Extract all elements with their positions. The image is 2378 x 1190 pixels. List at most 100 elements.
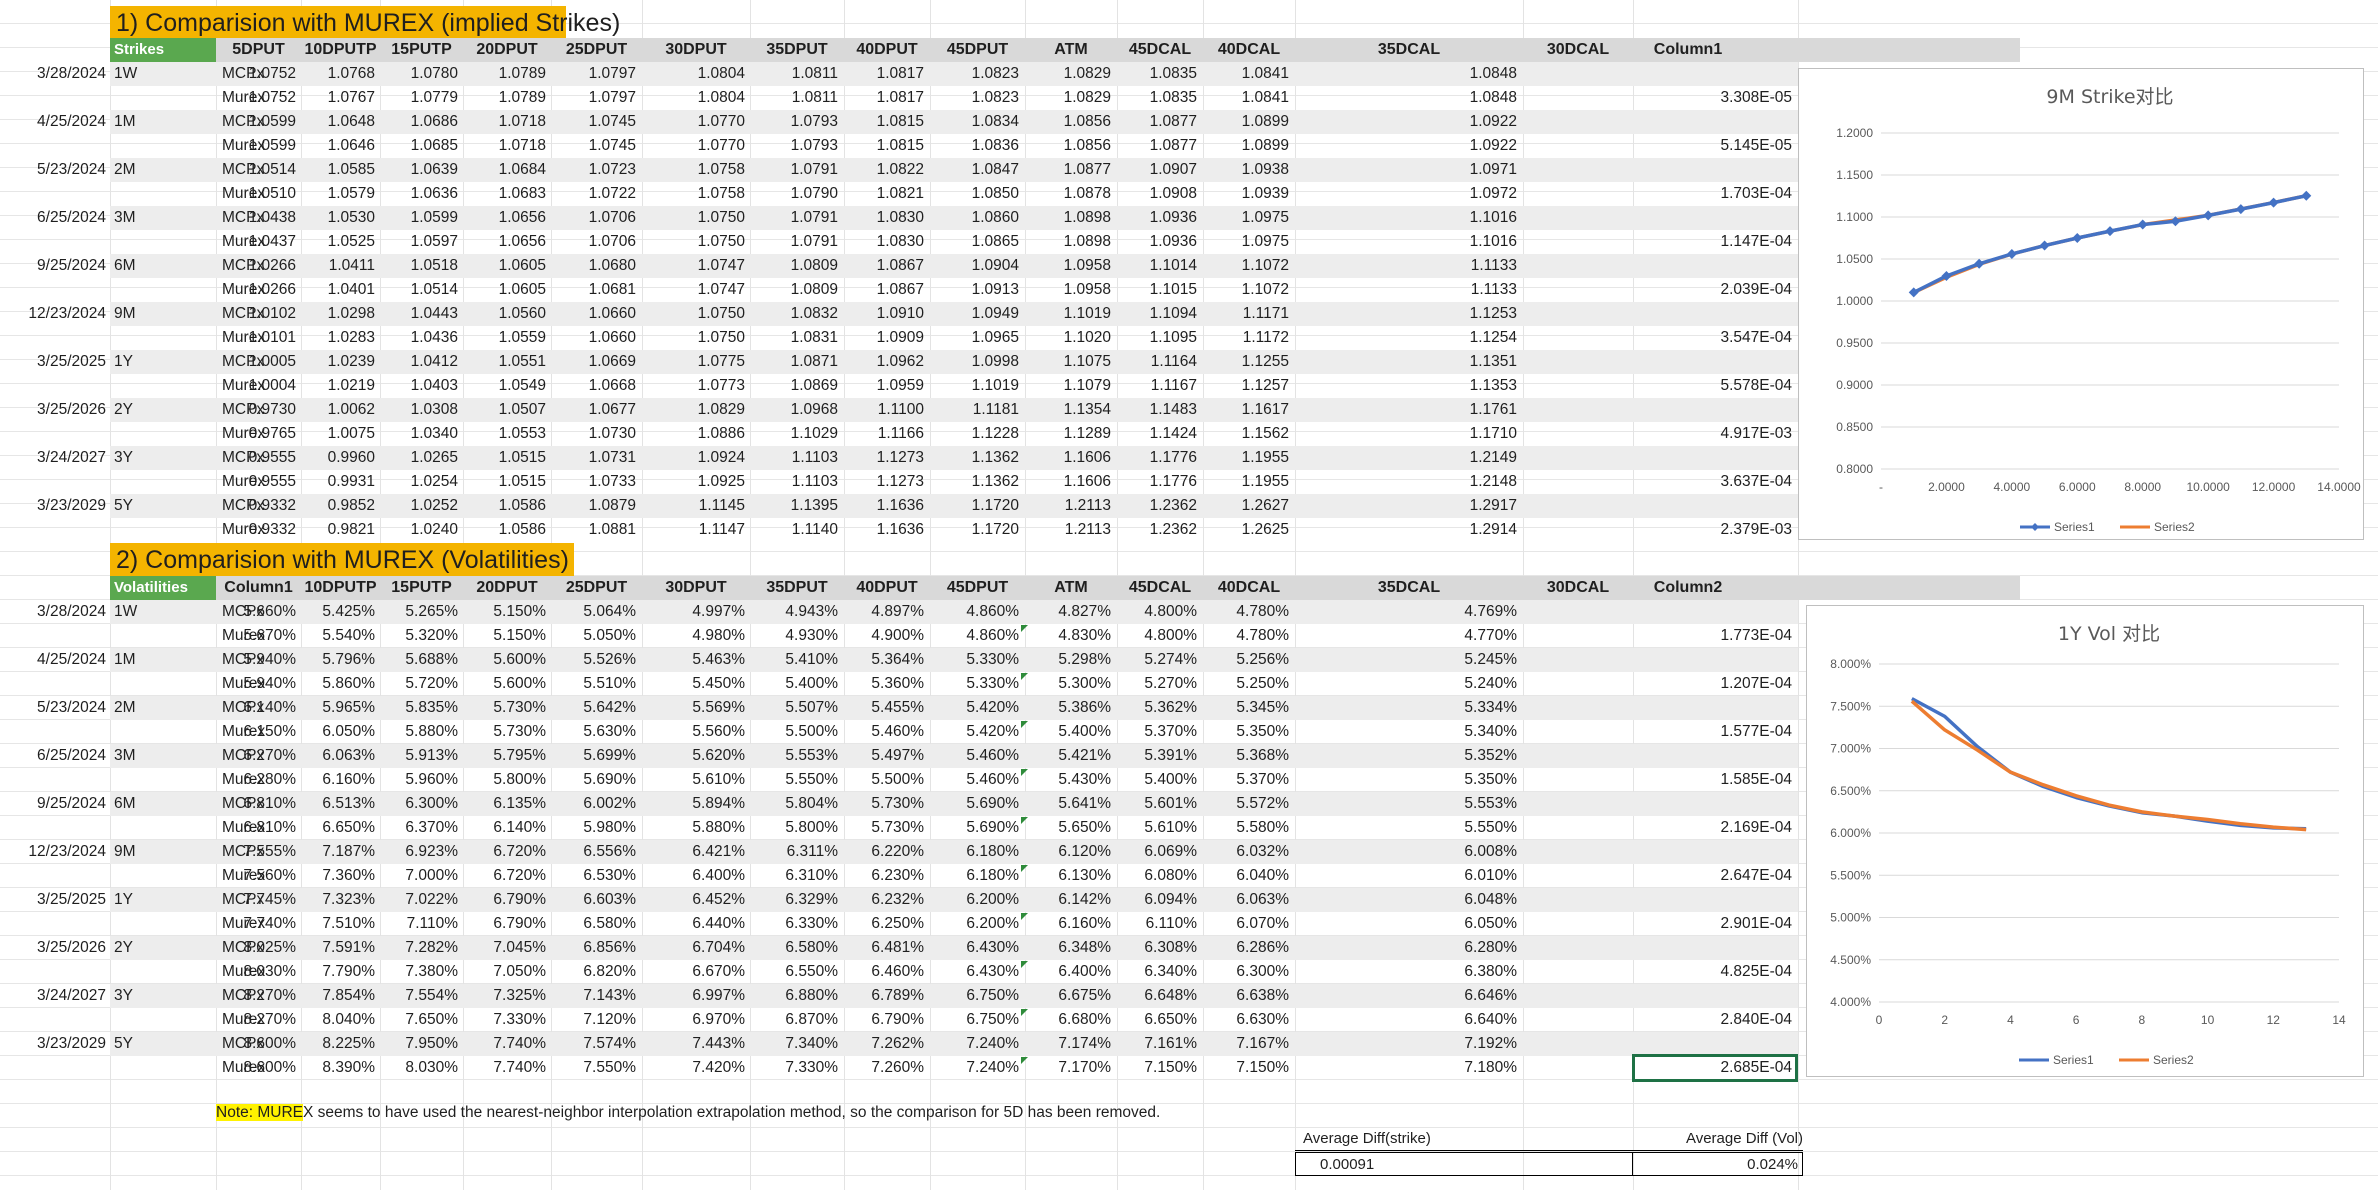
mcpx-value[interactable]: 1.0443 <box>376 302 458 326</box>
murex-value[interactable]: 1.0867 <box>842 278 924 302</box>
mcpx-value[interactable]: 1.1133 <box>1435 254 1517 278</box>
murex-value[interactable]: 1.0850 <box>937 182 1019 206</box>
mcpx-value[interactable]: 4.997% <box>663 600 745 624</box>
mcpx-value[interactable]: 6.008% <box>1435 840 1517 864</box>
murex-value[interactable]: 7.000% <box>376 864 458 888</box>
murex-value[interactable]: 1.0004 <box>214 374 296 398</box>
mcpx-value[interactable]: 5.265% <box>376 600 458 624</box>
mcpx-value[interactable]: 6.063% <box>1207 888 1289 912</box>
murex-value[interactable]: 1.1079 <box>1029 374 1111 398</box>
murex-value[interactable]: 5.670% <box>214 624 296 648</box>
mcpx-value[interactable]: 1.1273 <box>842 446 924 470</box>
murex-value[interactable]: 7.110% <box>376 912 458 936</box>
mcpx-value[interactable]: 1.0871 <box>756 350 838 374</box>
murex-value[interactable]: 1.0730 <box>554 422 636 446</box>
murex-value[interactable]: 1.0636 <box>376 182 458 206</box>
murex-value[interactable]: 1.0877 <box>1115 134 1197 158</box>
mcpx-value[interactable]: 1.0745 <box>554 110 636 134</box>
mcpx-value[interactable]: 7.591% <box>293 936 375 960</box>
mcpx-value[interactable]: 6.603% <box>554 888 636 912</box>
mcpx-value[interactable]: 1.0770 <box>663 110 745 134</box>
murex-value[interactable]: 1.0605 <box>464 278 546 302</box>
mcpx-value[interactable]: 5.368% <box>1207 744 1289 768</box>
mcpx-value[interactable]: 1.1636 <box>842 494 924 518</box>
mcpx-value[interactable]: 5.553% <box>1435 792 1517 816</box>
header-cell-3[interactable]: 15PUTP <box>380 576 463 600</box>
murex-value[interactable]: 5.360% <box>842 672 924 696</box>
mcpx-value[interactable]: 7.950% <box>376 1032 458 1056</box>
mcpx-value[interactable]: 7.161% <box>1115 1032 1197 1056</box>
murex-value[interactable]: 1.1776 <box>1115 470 1197 494</box>
mcpx-value[interactable]: 1.0308 <box>376 398 458 422</box>
mcpx-value[interactable]: 1.0660 <box>554 302 636 326</box>
vol-chart[interactable]: 1Y Vol 对比 4.000% 4.500% 5.000% 5.500% 6.000% 6… <box>1806 605 2364 1077</box>
mcpx-value[interactable]: 5.660% <box>214 600 296 624</box>
mcpx-value[interactable]: 1.0879 <box>554 494 636 518</box>
row-date[interactable]: 3/25/2025 <box>0 350 106 374</box>
murex-value[interactable]: 1.1015 <box>1115 278 1197 302</box>
mcpx-value[interactable]: 5.274% <box>1115 648 1197 672</box>
murex-value[interactable]: 1.2625 <box>1207 518 1289 542</box>
stat-value[interactable]: 5.145E-05 <box>1640 134 1792 158</box>
row-tenor[interactable]: 1Y <box>114 350 204 374</box>
mcpx-value[interactable]: 6.638% <box>1207 984 1289 1008</box>
row-date[interactable]: 3/23/2029 <box>0 1032 106 1056</box>
mcpx-value[interactable]: 5.420% <box>937 696 1019 720</box>
murex-value[interactable]: 1.0972 <box>1435 182 1517 206</box>
mcpx-value[interactable]: 1.1253 <box>1435 302 1517 326</box>
murex-value[interactable]: 5.560% <box>663 720 745 744</box>
header-cell-1[interactable]: 5DPUT <box>216 38 301 62</box>
mcpx-value[interactable]: 1.0791 <box>756 158 838 182</box>
avg-diff-strike-value[interactable]: 0.00091 <box>1295 1152 1633 1176</box>
murex-value[interactable]: 5.150% <box>464 624 546 648</box>
row-date[interactable]: 3/24/2027 <box>0 984 106 1008</box>
mcpx-value[interactable]: 1.0817 <box>842 62 924 86</box>
mcpx-value[interactable]: 6.675% <box>1029 984 1111 1008</box>
murex-value[interactable]: 1.0553 <box>464 422 546 446</box>
murex-value[interactable]: 5.940% <box>214 672 296 696</box>
mcpx-value[interactable]: 6.513% <box>293 792 375 816</box>
murex-value[interactable]: 1.0817 <box>842 86 924 110</box>
mcpx-value[interactable]: 7.282% <box>376 936 458 960</box>
stat-value[interactable]: 2.379E-03 <box>1640 518 1792 542</box>
mcpx-value[interactable]: 6.270% <box>214 744 296 768</box>
murex-value[interactable]: 7.180% <box>1435 1056 1517 1080</box>
stat-value[interactable]: 1.585E-04 <box>1640 768 1792 792</box>
header-cell-13[interactable]: 35DCAL <box>1295 38 1523 62</box>
stat-value[interactable]: 5.578E-04 <box>1640 374 1792 398</box>
murex-value[interactable]: 7.650% <box>376 1008 458 1032</box>
mcpx-value[interactable]: 1.1171 <box>1207 302 1289 326</box>
mcpx-value[interactable]: 1.0998 <box>937 350 1019 374</box>
mcpx-value[interactable]: 1.0686 <box>376 110 458 134</box>
mcpx-value[interactable]: 1.0062 <box>293 398 375 422</box>
murex-value[interactable]: 1.0869 <box>756 374 838 398</box>
mcpx-value[interactable]: 7.745% <box>214 888 296 912</box>
murex-value[interactable]: 1.0656 <box>464 230 546 254</box>
murex-value[interactable]: 5.370% <box>1207 768 1289 792</box>
header-cell-15[interactable]: Column1 <box>1633 38 1743 62</box>
mcpx-value[interactable]: 1.2362 <box>1115 494 1197 518</box>
murex-value[interactable]: 6.140% <box>464 816 546 840</box>
row-date[interactable]: 6/25/2024 <box>0 206 106 230</box>
mcpx-value[interactable]: 1.0938 <box>1207 158 1289 182</box>
header-cell-12[interactable]: 40DCAL <box>1203 38 1295 62</box>
murex-value[interactable]: 1.1019 <box>937 374 1019 398</box>
mcpx-value[interactable]: 5.507% <box>756 696 838 720</box>
header-cell-3[interactable]: 15PUTP <box>380 38 463 62</box>
row-date[interactable]: 9/25/2024 <box>0 792 106 816</box>
row-tenor[interactable]: 3Y <box>114 984 204 1008</box>
mcpx-value[interactable]: 1.0847 <box>937 158 1019 182</box>
mcpx-value[interactable]: 6.556% <box>554 840 636 864</box>
murex-value[interactable]: 6.080% <box>1115 864 1197 888</box>
murex-value[interactable]: 6.640% <box>1435 1008 1517 1032</box>
murex-value[interactable]: 1.0878 <box>1029 182 1111 206</box>
murex-value[interactable]: 1.1103 <box>756 470 838 494</box>
header-cell-4[interactable]: 20DPUT <box>463 576 551 600</box>
header-cell-6[interactable]: 30DPUT <box>642 576 750 600</box>
mcpx-value[interactable]: 1.1014 <box>1115 254 1197 278</box>
mcpx-value[interactable]: 5.699% <box>554 744 636 768</box>
mcpx-value[interactable]: 1.0834 <box>937 110 1019 134</box>
mcpx-value[interactable]: 1.0975 <box>1207 206 1289 230</box>
mcpx-value[interactable]: 1.0599 <box>376 206 458 230</box>
mcpx-value[interactable]: 6.430% <box>937 936 1019 960</box>
